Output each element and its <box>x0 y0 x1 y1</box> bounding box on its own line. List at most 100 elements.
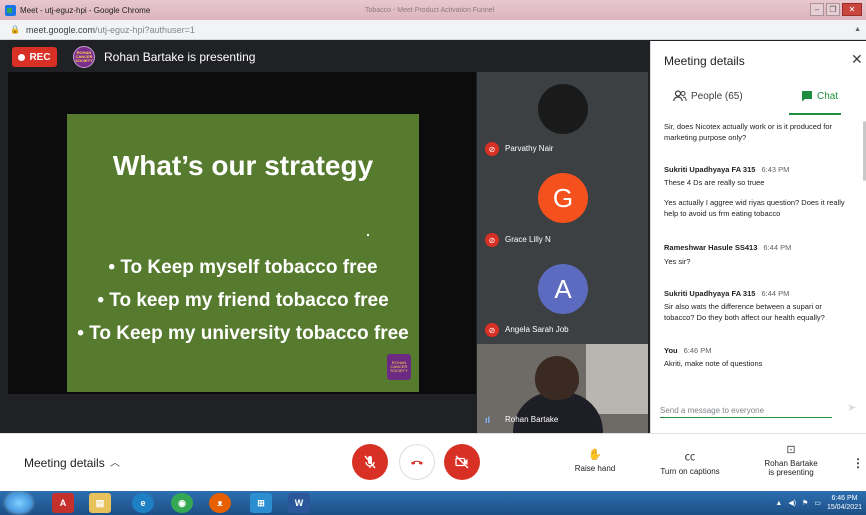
speaking-indicator-icon: ıl <box>485 415 491 425</box>
participant-tile[interactable]: A ⊘ Angela Sarah Job <box>477 252 648 342</box>
edge-icon[interactable]: e <box>132 493 154 513</box>
participant-avatar: A <box>538 264 588 314</box>
slide-title: What’s our strategy <box>112 150 374 181</box>
more-options-icon[interactable]: ⋮ <box>852 456 864 470</box>
camera-toggle-button[interactable] <box>444 444 480 480</box>
chat-icon <box>802 91 812 102</box>
chat-sender: You 6:46 PM <box>664 346 712 355</box>
store-icon[interactable]: ⊞ <box>250 493 272 513</box>
participant-tile[interactable]: G ⊘ Grace Lilly N <box>477 162 648 252</box>
video-background <box>586 344 648 414</box>
flag-icon[interactable]: ⚑ <box>802 499 808 507</box>
chat-sender-name: Sukriti Upadhyaya FA 315 <box>664 165 756 174</box>
recording-badge: REC <box>12 47 57 67</box>
chat-sender: Rameshwar Hasule SS413 6:44 PM <box>664 243 791 252</box>
shared-screen: What’s our strategy • To Keep myself tob… <box>8 72 476 394</box>
chevron-up-icon[interactable]: ︿ <box>110 454 120 469</box>
participant-name: Rohan Bartake <box>505 415 559 424</box>
chrome-icon[interactable]: ◉ <box>171 493 193 513</box>
tab-chat[interactable]: Chat <box>801 90 838 102</box>
leave-call-button[interactable] <box>399 444 435 480</box>
mic-off-icon <box>364 455 376 469</box>
clock-time: 6:46 PM <box>831 495 858 502</box>
camera-off-icon <box>455 455 469 469</box>
participant-name: Parvathy Nair <box>505 144 554 153</box>
minimize-icon[interactable]: – <box>810 3 824 16</box>
rec-label: REC <box>29 51 51 63</box>
windows-taskbar: A ▤ e ◉ ᴥ ⊞ W ▲ ◀) ⚑ ▭ 6:46 PM 15/04/202… <box>0 491 866 515</box>
scroll-up-icon[interactable]: ▲ <box>854 26 861 33</box>
chat-time: 6:46 PM <box>683 346 712 355</box>
slide-dot <box>367 234 369 236</box>
window-title-faded: Tobacco - Meet Product Activation Funnel <box>365 6 495 14</box>
tab-people[interactable]: People (65) <box>673 90 743 102</box>
window-controls: – ❐ ✕ <box>810 3 862 16</box>
send-icon[interactable]: ➤ <box>847 401 856 414</box>
file-explorer-icon[interactable]: ▤ <box>89 493 111 513</box>
url-host: meet.google.com <box>25 24 96 35</box>
firefox-icon[interactable]: ᴥ <box>209 493 231 513</box>
system-tray: ▲ ◀) ⚑ ▭ 6:46 PM 15/04/2021 <box>775 494 862 512</box>
chat-time: 6:44 PM <box>761 289 790 298</box>
chat-message-text: These 4 Ds are really so truee <box>664 178 765 187</box>
address-bar[interactable]: 🔒 meet.google.com/utj-eguz-hpi?authuser=… <box>0 20 866 40</box>
captions-button[interactable]: ㏄ Turn on captions <box>652 448 728 476</box>
start-button-icon[interactable] <box>6 493 32 513</box>
captions-icon: ㏄ <box>684 451 696 463</box>
raise-hand-button[interactable]: ✋ Raise hand <box>567 448 623 473</box>
speaker-video-head <box>535 356 579 400</box>
mic-off-icon: ⊘ <box>485 142 499 156</box>
chat-sender-name: You <box>664 346 678 355</box>
volume-icon[interactable]: ◀) <box>788 499 796 507</box>
panel-title: Meeting details <box>664 54 745 68</box>
meeting-details-button[interactable]: Meeting details <box>24 456 105 470</box>
url-path: /utj-eguz-hpi?authuser=1 <box>95 24 195 35</box>
tab-people-label: People (65) <box>691 90 743 102</box>
mic-off-icon: ⊘ <box>485 233 499 247</box>
hand-icon: ✋ <box>588 449 602 461</box>
slide-bullets: • To Keep myself tobacco free • To keep … <box>67 251 419 350</box>
mic-toggle-button[interactable] <box>352 444 388 480</box>
record-dot-icon <box>18 53 26 61</box>
lock-icon[interactable]: 🔒 <box>10 25 20 34</box>
slide-bullet: • To Keep my university tobacco free <box>77 323 409 344</box>
bottom-control-bar: Meeting details ︿ ✋ Raise hand ㏄ Turn on… <box>0 433 866 491</box>
people-icon <box>673 90 687 102</box>
acrobat-icon[interactable]: A <box>52 493 74 513</box>
presenting-line2: is presenting <box>768 468 814 477</box>
clock-date: 15/04/2021 <box>826 504 862 511</box>
raise-hand-label: Raise hand <box>574 464 616 473</box>
active-speaker-tile[interactable]: ıl Rohan Bartake <box>477 344 648 433</box>
chat-time: 6:44 PM <box>763 243 792 252</box>
window-title: Meet - utj-eguz-hpi - Google Chrome <box>20 5 151 15</box>
tab-chat-label: Chat <box>817 90 839 102</box>
presentation-slide: What’s our strategy • To Keep myself tob… <box>67 114 419 392</box>
window-title-bar: Meet - utj-eguz-hpi - Google Chrome Toba… <box>0 0 866 20</box>
clock[interactable]: 6:46 PM 15/04/2021 <box>827 494 862 512</box>
participant-name: Grace Lilly N <box>505 235 551 244</box>
chat-sender: Sukriti Upadhyaya FA 315 6:44 PM <box>664 289 789 298</box>
close-icon[interactable]: ✕ <box>851 51 863 68</box>
tray-arrow-icon[interactable]: ▲ <box>775 500 782 507</box>
chat-message-text: Sir also wats the difference between a s… <box>664 302 825 322</box>
close-window-icon[interactable]: ✕ <box>842 3 862 16</box>
word-icon[interactable]: W <box>288 493 310 513</box>
participant-tile[interactable]: ⊘ Parvathy Nair <box>477 72 648 162</box>
presenting-line1: Rohan Bartake <box>764 459 818 468</box>
chat-input[interactable] <box>660 404 832 418</box>
active-tab-indicator <box>789 113 841 115</box>
network-icon[interactable]: ▭ <box>814 499 821 507</box>
chat-message-text: Akriti, make note of questions <box>664 359 763 368</box>
participant-avatar <box>538 84 588 134</box>
society-logo: ROHAN CANCER SOCIETY <box>387 354 411 380</box>
mic-off-icon: ⊘ <box>485 323 499 337</box>
present-now-button[interactable]: ⊡ Rohan Bartake is presenting <box>753 443 829 477</box>
chat-sender-name: Sukriti Upadhyaya FA 315 <box>664 289 756 298</box>
chat-message-text: Sir, does Nicotex actually work or is it… <box>664 122 832 142</box>
meeting-stage: REC ROHAN CANCER SOCIETY Rohan Bartake i… <box>0 41 650 433</box>
restore-icon[interactable]: ❐ <box>826 3 840 16</box>
meeting-details-panel: Meeting details ✕ People (65) Chat Sir, … <box>650 41 866 433</box>
chat-sender-name: Rameshwar Hasule SS413 <box>664 243 758 252</box>
chat-sender: Sukriti Upadhyaya FA 315 6:43 PM <box>664 165 789 174</box>
present-icon: ⊡ <box>786 444 796 456</box>
